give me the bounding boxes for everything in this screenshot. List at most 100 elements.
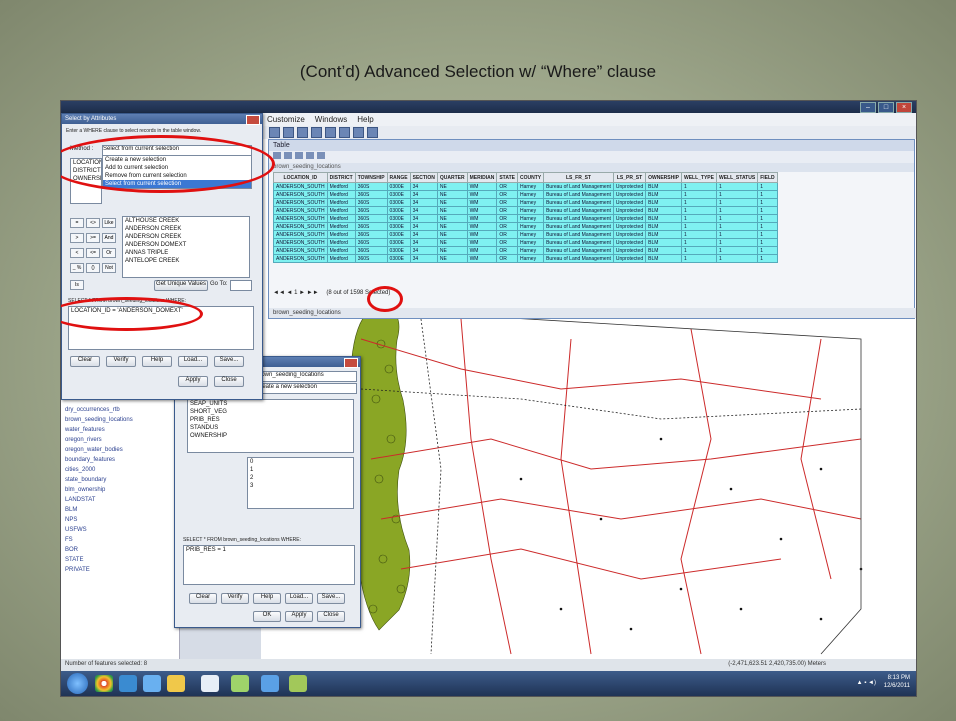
- table-cell[interactable]: WM: [466, 182, 498, 191]
- go-to-input[interactable]: [230, 280, 252, 291]
- app-icon[interactable]: [289, 675, 307, 692]
- toc-item[interactable]: oregon_rivers: [61, 435, 179, 445]
- toc-item[interactable]: dry_occurrences_rtb: [61, 405, 179, 415]
- toc-item[interactable]: FS: [61, 535, 179, 545]
- toc-item[interactable]: blm_ownership: [61, 485, 179, 495]
- table-cell[interactable]: Unprotected: [612, 198, 647, 207]
- table-cell[interactable]: 1: [757, 198, 778, 207]
- toc-item[interactable]: STATE: [61, 555, 179, 565]
- toc-item[interactable]: NPS: [61, 515, 179, 525]
- table-cell[interactable]: 360S: [354, 246, 388, 255]
- value-item[interactable]: ANTELOPE CREEK: [123, 257, 249, 265]
- table-cell[interactable]: ANDERSON_SOUTH: [273, 190, 328, 199]
- table-cell[interactable]: Unprotected: [612, 230, 647, 239]
- values-list[interactable]: ALTHOUSE CREEK ANDERSON CREEK ANDERSON C…: [122, 216, 250, 278]
- table-cell[interactable]: 360S: [354, 214, 388, 223]
- table-cell[interactable]: NE: [436, 254, 468, 263]
- op-and[interactable]: And: [102, 233, 116, 243]
- table-cell[interactable]: WM: [466, 198, 498, 207]
- column-header[interactable]: OWNERSHIP: [645, 172, 682, 183]
- table-cell[interactable]: Bureau of Land Management: [543, 214, 614, 223]
- table-cell[interactable]: 34: [409, 254, 438, 263]
- table-cell[interactable]: 0300E: [386, 190, 411, 199]
- table-cell[interactable]: 1: [680, 230, 717, 239]
- table-options-icon[interactable]: [273, 152, 281, 159]
- column-header[interactable]: DISTRICT: [326, 172, 356, 183]
- start-button[interactable]: [67, 673, 88, 694]
- table-cell[interactable]: Bureau of Land Management: [543, 230, 614, 239]
- table-cell[interactable]: Bureau of Land Management: [543, 198, 614, 207]
- table-cell[interactable]: Medford: [326, 206, 356, 215]
- toc-item[interactable]: oregon_water_bodies: [61, 445, 179, 455]
- table-cell[interactable]: WM: [466, 206, 498, 215]
- table-cell[interactable]: 360S: [354, 190, 388, 199]
- table-cell[interactable]: BLM: [645, 238, 682, 247]
- value-item[interactable]: ALTHOUSE CREEK: [123, 217, 249, 225]
- help-button[interactable]: Help: [253, 593, 281, 604]
- table-cell[interactable]: Harney: [516, 198, 545, 207]
- table-cell[interactable]: 1: [680, 214, 717, 223]
- load-button[interactable]: Load...: [285, 593, 313, 604]
- table-cell[interactable]: 1: [757, 246, 778, 255]
- table-cell[interactable]: Medford: [326, 214, 356, 223]
- toc-item[interactable]: boundary_features: [61, 455, 179, 465]
- column-header[interactable]: QUARTER: [436, 172, 468, 183]
- globe-icon[interactable]: [119, 675, 137, 692]
- minimize-button[interactable]: –: [860, 102, 876, 113]
- column-header[interactable]: STATE: [496, 172, 518, 183]
- record-nav[interactable]: ◄◄ ◄ 1 ► ►►: [273, 290, 319, 296]
- table-cell[interactable]: NE: [436, 222, 468, 231]
- table-cell[interactable]: OR: [496, 182, 518, 191]
- get-unique-values-button[interactable]: Get Unique Values: [154, 280, 208, 291]
- toc-item[interactable]: USFWS: [61, 525, 179, 535]
- clear-button[interactable]: Clear: [70, 356, 100, 367]
- table-cell[interactable]: BLM: [645, 190, 682, 199]
- toc-item[interactable]: brown_seeding_locations: [61, 415, 179, 425]
- field-item[interactable]: SHORT_VEG: [188, 408, 353, 416]
- table-cell[interactable]: NE: [436, 246, 468, 255]
- table-cell[interactable]: 1: [715, 206, 759, 215]
- table-cell[interactable]: 360S: [354, 222, 388, 231]
- table-cell[interactable]: 360S: [354, 238, 388, 247]
- column-header[interactable]: SECTION: [409, 172, 438, 183]
- clear-button[interactable]: Clear: [189, 593, 217, 604]
- op-is[interactable]: Is: [70, 280, 84, 290]
- value-item[interactable]: 1: [248, 466, 353, 474]
- table-cell[interactable]: Unprotected: [612, 214, 647, 223]
- tool-icon[interactable]: [269, 127, 280, 138]
- table-cell[interactable]: 1: [715, 198, 759, 207]
- table-cell[interactable]: BLM: [645, 214, 682, 223]
- value-item[interactable]: ANDERSON CREEK: [123, 225, 249, 233]
- op-greater-equal[interactable]: >=: [86, 233, 100, 243]
- close-button[interactable]: ×: [896, 102, 912, 113]
- table-cell[interactable]: ANDERSON_SOUTH: [273, 230, 328, 239]
- table-cell[interactable]: ANDERSON_SOUTH: [273, 222, 328, 231]
- tool-icon[interactable]: [353, 127, 364, 138]
- maximize-button[interactable]: □: [878, 102, 894, 113]
- taskbar-clock[interactable]: 8:13 PM 12/6/2011: [884, 674, 910, 690]
- table-cell[interactable]: BLM: [645, 246, 682, 255]
- layer-select[interactable]: brown_seeding_locations: [255, 371, 357, 382]
- table-row[interactable]: ANDERSON_SOUTH Medford 360S 0300E 34 NE WM OR Ha…: [273, 206, 778, 215]
- column-header[interactable]: LS_FR_ST: [543, 172, 614, 183]
- table-row[interactable]: ANDERSON_SOUTH Medford 360S 0300E 34 NE WM OR Ha…: [273, 214, 778, 223]
- table-cell[interactable]: 1: [680, 246, 717, 255]
- ok-button[interactable]: OK: [253, 611, 281, 622]
- load-button[interactable]: Load...: [178, 356, 208, 367]
- table-cell[interactable]: Medford: [326, 254, 356, 263]
- fields-list[interactable]: SEAP_UNITS SHORT_VEG PRIB_RES STANDUS OW…: [187, 399, 354, 453]
- value-item[interactable]: 0: [248, 458, 353, 466]
- toc-item[interactable]: LANDSTAT: [61, 495, 179, 505]
- tool-icon[interactable]: [283, 127, 294, 138]
- menu-help[interactable]: Help: [357, 115, 373, 124]
- table-cell[interactable]: 1: [680, 222, 717, 231]
- table-cell[interactable]: Harney: [516, 246, 545, 255]
- table-cell[interactable]: Harney: [516, 254, 545, 263]
- table-cell[interactable]: Bureau of Land Management: [543, 206, 614, 215]
- toc-item[interactable]: BLM: [61, 505, 179, 515]
- toc-item[interactable]: BOR: [61, 545, 179, 555]
- arcmap-icon[interactable]: [201, 675, 219, 692]
- table-cell[interactable]: 34: [409, 182, 438, 191]
- column-header[interactable]: LS_PR_ST: [612, 172, 647, 183]
- table-cell[interactable]: BLM: [645, 230, 682, 239]
